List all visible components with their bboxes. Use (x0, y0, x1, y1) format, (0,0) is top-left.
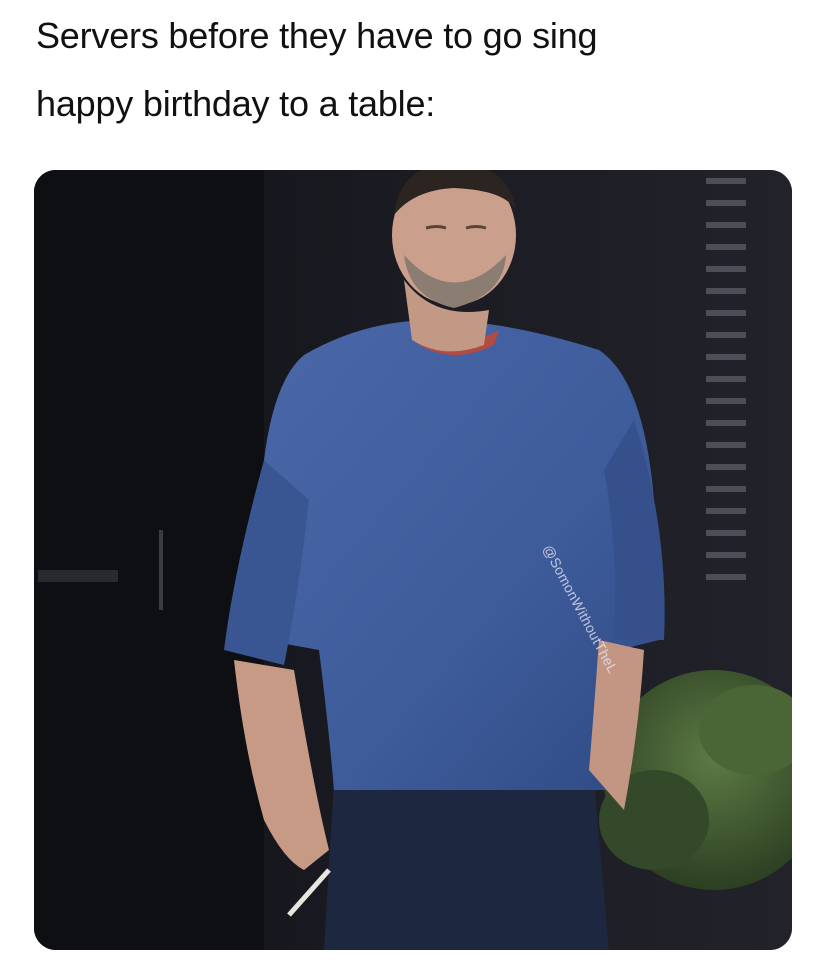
door-handle (159, 530, 163, 610)
photo-illustration (34, 170, 792, 950)
right-eye (465, 225, 487, 230)
jeans (324, 780, 609, 950)
meme-photo: @SomonWithoutTheL (34, 170, 792, 950)
left-eye (425, 225, 447, 230)
door-panel (34, 170, 264, 950)
caption-line-2: happy birthday to a table: (36, 83, 436, 124)
caption-line-1: Servers before they have to go sing (36, 15, 598, 56)
door-ledge (38, 570, 118, 582)
meme-caption: Servers before they have to go sing happ… (36, 2, 796, 138)
